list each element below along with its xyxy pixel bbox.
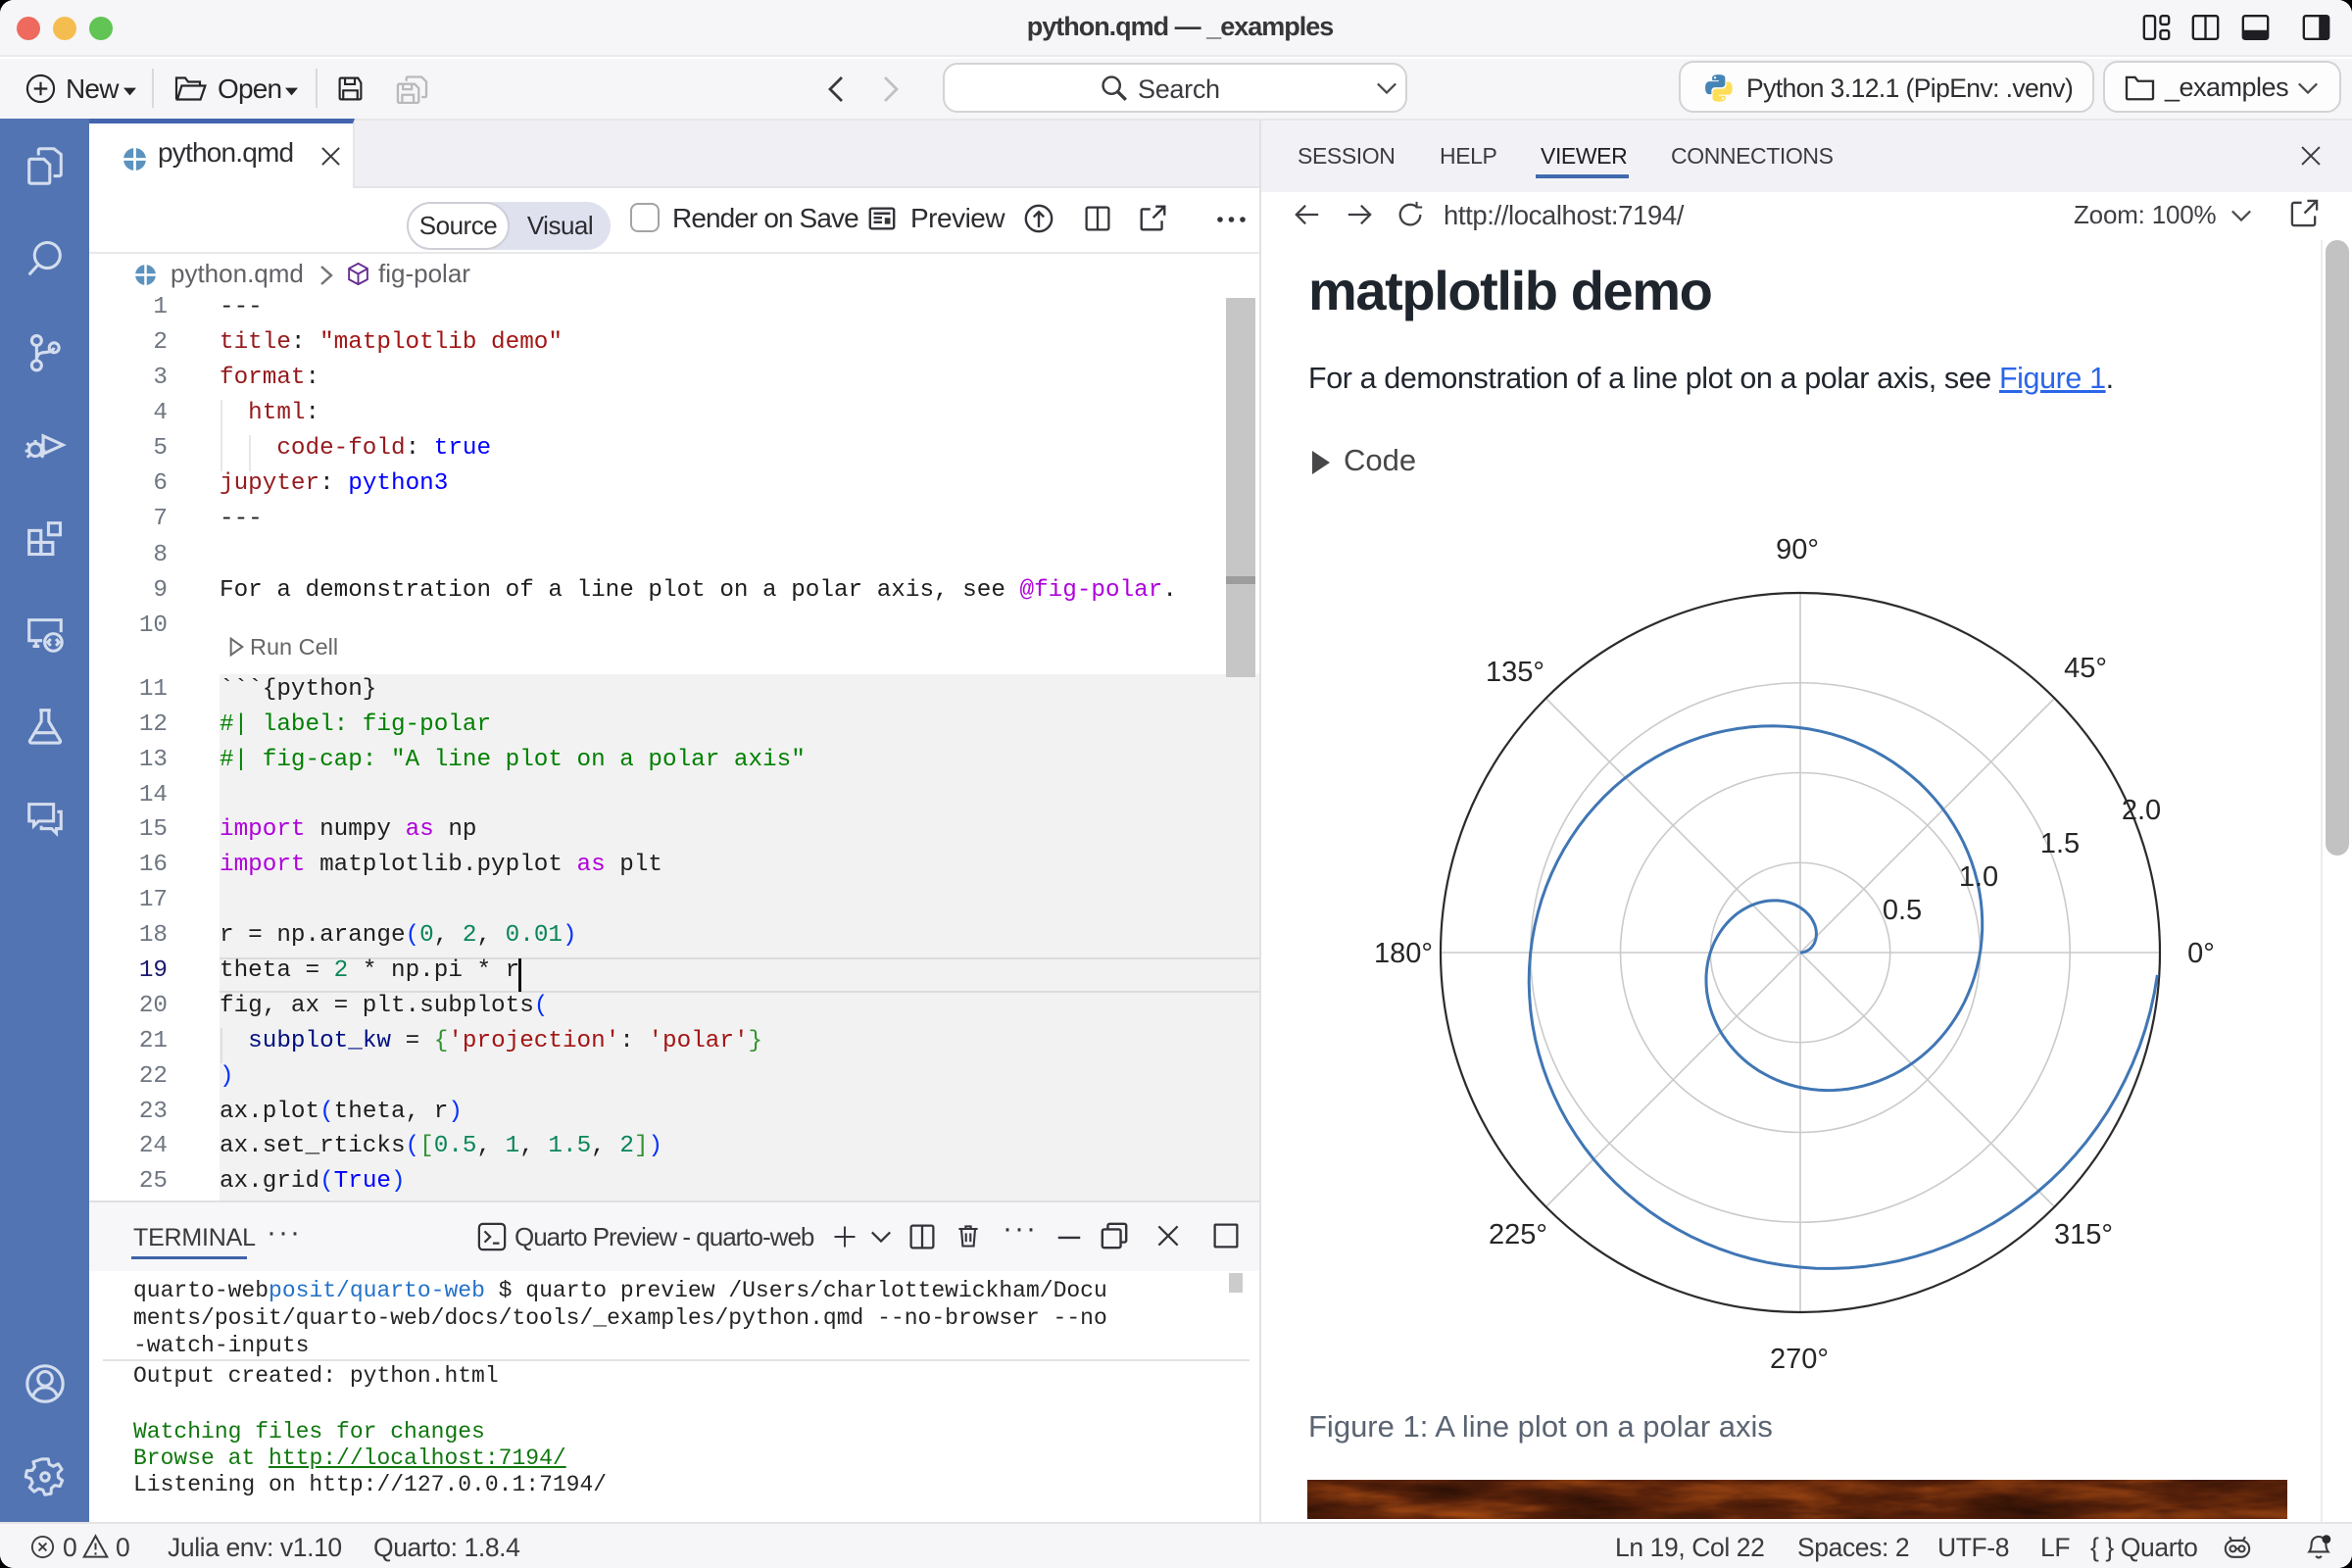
svg-text:270°: 270° [1770,1344,1829,1375]
svg-text:0°: 0° [2187,938,2215,969]
svg-text:1.0: 1.0 [1959,861,1998,893]
svg-text:1.5: 1.5 [2040,828,2080,859]
svg-text:45°: 45° [2064,653,2107,684]
svg-text:0.5: 0.5 [1883,895,1922,926]
svg-text:225°: 225° [1489,1219,1547,1250]
svg-text:315°: 315° [2054,1219,2113,1250]
svg-text:135°: 135° [1486,657,1544,688]
svg-text:2.0: 2.0 [2122,795,2161,826]
svg-text:90°: 90° [1776,534,1819,565]
svg-text:180°: 180° [1374,938,1433,969]
